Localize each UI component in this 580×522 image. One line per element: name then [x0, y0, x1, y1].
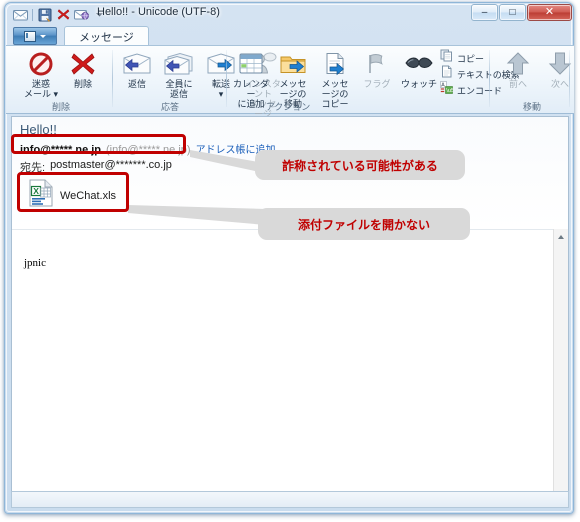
sender-row: info@*****.ne.jp (info@*****.ne.jp) アドレス…: [20, 141, 276, 156]
sender-address: info@*****.ne.jp: [20, 144, 102, 156]
save-icon[interactable]: [36, 6, 54, 23]
ribbon-group-navigate-label: 移動: [522, 102, 541, 112]
ribbon-group-navigate: 前へ 次へ 移動: [493, 46, 572, 114]
reading-pane: Hello!! info@*****.ne.jp (info@*****.ne.…: [11, 116, 569, 504]
tab-message-label: メッセージ: [79, 31, 134, 44]
recipient-row: 宛先: postmaster@*******.co.jp: [20, 159, 172, 175]
ribbon-separator: [226, 50, 227, 107]
ribbon-button-junk-mail[interactable]: 迷惑 メール ▾: [20, 48, 62, 99]
arrow-up-icon: [506, 50, 530, 78]
ribbon-group-delete: 迷惑 メール ▾ 削除 削除: [12, 46, 110, 114]
ribbon-button-flag[interactable]: フラグ: [356, 48, 398, 89]
sender-address-alt: (info@*****.ne.jp): [106, 144, 191, 156]
close-icon: ✕: [544, 6, 555, 18]
ribbon-button-next-label: 次へ: [550, 79, 569, 89]
ribbon-button-previous[interactable]: 前へ: [497, 48, 539, 89]
ribbon-separator: [112, 50, 113, 107]
recipient-label: 宛先:: [20, 162, 46, 174]
ribbon-button-junk-mail-label: 迷惑 メール ▾: [23, 79, 59, 99]
ribbon-button-next[interactable]: 次へ: [539, 48, 580, 89]
add-to-addressbook-link[interactable]: アドレス帳に追加: [196, 141, 276, 156]
flag-icon: [365, 50, 389, 78]
junk-mail-icon: [28, 50, 54, 78]
svg-text:X: X: [33, 186, 39, 196]
ribbon-group-actions: カレンダー に追加 メッセージの 移動 メッセージの コピー フラグ ウォッチ …: [230, 46, 520, 114]
delete-x-icon: [70, 50, 96, 78]
calendar-icon: [238, 50, 264, 78]
titlebar: Hello!! - Unicode (UTF-8) – □ ✕: [5, 3, 575, 25]
message-header: Hello!! info@*****.ne.jp (info@*****.ne.…: [12, 117, 568, 230]
window-controls: – □ ✕: [471, 4, 572, 21]
attachment-name: WeChat.xls: [60, 189, 117, 202]
mail-window: Hello!! - Unicode (UTF-8) – □ ✕ メッセージ 迷惑…: [4, 2, 574, 514]
ribbon-button-watch-label: ウォッチ: [401, 79, 438, 89]
application-menu-button[interactable]: [13, 27, 57, 45]
pane-scrollbar[interactable]: [553, 229, 568, 503]
mail-globe-icon[interactable]: [72, 6, 90, 23]
ribbon-button-reply[interactable]: 返信: [116, 48, 158, 89]
reply-all-icon: [163, 50, 195, 78]
maximize-icon: □: [509, 6, 516, 18]
minimize-button[interactable]: –: [471, 4, 498, 21]
close-button[interactable]: ✕: [527, 4, 572, 21]
envelope-icon[interactable]: [11, 6, 29, 23]
svg-text:A: A: [441, 82, 445, 88]
qat-separator: [32, 8, 33, 21]
quick-access-toolbar: [11, 6, 108, 23]
ribbon-separator: [569, 50, 570, 107]
application-icon: [24, 30, 36, 42]
ribbon-button-delete-label: 削除: [73, 79, 92, 89]
maximize-button[interactable]: □: [499, 4, 526, 21]
reply-icon: [122, 50, 152, 78]
ribbon-button-previous-label: 前へ: [508, 79, 527, 89]
ribbon-separator: [489, 50, 490, 107]
recipient-value: postmaster@*******.co.jp: [50, 159, 172, 171]
ribbon-button-copy-label: コピー: [457, 53, 485, 64]
window-title: Hello!! - Unicode (UTF-8): [97, 6, 220, 18]
ribbon-group-delete-label: 削除: [51, 102, 70, 112]
ribbon: 迷惑 メール ▾ 削除 削除 返信 全員に 返信 転送 ▾ インスタント メッセ…: [6, 45, 574, 119]
chevron-down-icon: [40, 34, 46, 38]
ribbon-button-reply-label: 返信: [127, 79, 146, 89]
ribbon-tabstrip: メッセージ: [6, 25, 574, 46]
excel-file-icon: X: [28, 179, 54, 212]
statusbar: [11, 491, 569, 508]
minimize-icon: –: [481, 6, 488, 18]
ribbon-group-actions-label: アクション: [265, 102, 311, 112]
ribbon-button-flag-label: フラグ: [363, 79, 391, 89]
encoding-icon: A \u5b57: [440, 81, 463, 99]
ribbon-button-watch[interactable]: ウォッチ: [398, 48, 440, 89]
svg-text:\u5b57: \u5b57: [446, 88, 453, 94]
scroll-up-icon[interactable]: [554, 229, 568, 244]
tab-message[interactable]: メッセージ: [64, 26, 149, 46]
copy-message-icon: [322, 50, 348, 78]
attachment-item[interactable]: X WeChat.xls: [28, 179, 116, 212]
message-subject: Hello!!: [20, 122, 57, 137]
delete-x-icon[interactable]: [54, 6, 72, 23]
ribbon-button-reply-all-label: 全員に 返信: [165, 79, 193, 99]
message-body: jpnic: [24, 257, 46, 269]
ribbon-button-delete[interactable]: 削除: [62, 48, 104, 89]
move-message-icon: [279, 50, 307, 78]
ribbon-button-reply-all[interactable]: 全員に 返信: [158, 48, 200, 99]
watch-icon: [404, 50, 434, 78]
ribbon-button-forward-label: 転送 ▾: [211, 79, 230, 99]
